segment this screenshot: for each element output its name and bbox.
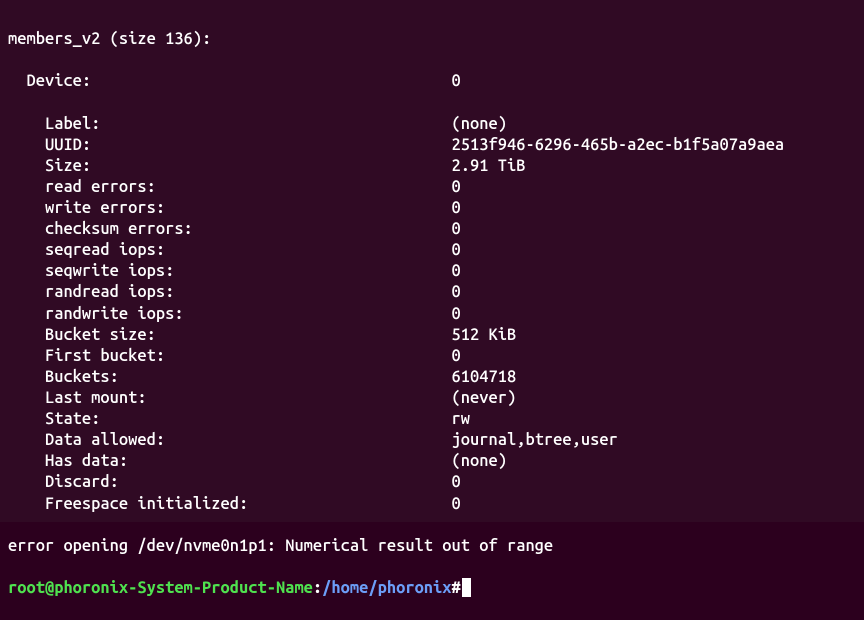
- terminal-output[interactable]: members_v2 (size 136): Device: 0 Label: …: [0, 0, 864, 522]
- prompt-user-host: root@phoronix-System-Product-Name: [8, 578, 313, 599]
- field-row: Buckets: 6104718: [8, 367, 856, 388]
- field-value: 0: [452, 177, 461, 198]
- error-message: error opening /dev/nvme0n1p1: Numerical …: [8, 536, 553, 557]
- field-row: randwrite iops: 0: [8, 304, 856, 325]
- field-row: Last mount: (never): [8, 388, 856, 409]
- field-row: write errors: 0: [8, 198, 856, 219]
- field-value: 0: [452, 240, 461, 261]
- field-row: read errors: 0: [8, 177, 856, 198]
- field-label: First bucket:: [8, 346, 452, 367]
- field-label: Bucket size:: [8, 325, 452, 346]
- field-row: Bucket size: 512 KiB: [8, 325, 856, 346]
- field-label: randread iops:: [8, 282, 452, 303]
- field-value: 6104718: [452, 367, 517, 388]
- field-row: Has data: (none): [8, 451, 856, 472]
- section-header: members_v2 (size 136):: [8, 29, 211, 50]
- field-value: (none): [452, 451, 507, 472]
- field-value: 0: [452, 198, 461, 219]
- field-row: seqread iops: 0: [8, 240, 856, 261]
- field-value: rw: [452, 409, 470, 430]
- field-label: randwrite iops:: [8, 304, 452, 325]
- field-label: Size:: [8, 156, 452, 177]
- field-row: State: rw: [8, 409, 856, 430]
- field-label: seqwrite iops:: [8, 261, 452, 282]
- field-label: Data allowed:: [8, 430, 452, 451]
- field-value: 2.91 TiB: [452, 156, 526, 177]
- field-row: Discard: 0: [8, 472, 856, 493]
- field-label: write errors:: [8, 198, 452, 219]
- field-label: seqread iops:: [8, 240, 452, 261]
- field-row: First bucket: 0: [8, 346, 856, 367]
- field-label: checksum errors:: [8, 219, 452, 240]
- field-value: 0: [452, 304, 461, 325]
- field-row: Size: 2.91 TiB: [8, 156, 856, 177]
- field-value: 512 KiB: [452, 325, 517, 346]
- field-label: Discard:: [8, 472, 452, 493]
- field-row: Freespace initialized: 0: [8, 494, 856, 515]
- field-value: 0: [452, 346, 461, 367]
- field-label: Has data:: [8, 451, 452, 472]
- field-label: Last mount:: [8, 388, 452, 409]
- field-row: UUID: 2513f946-6296-465b-a2ec-b1f5a07a9a…: [8, 135, 856, 156]
- field-row: Data allowed: journal,btree,user: [8, 430, 856, 451]
- field-value: (none): [452, 114, 507, 135]
- field-row: Label: (none): [8, 114, 856, 135]
- field-label: UUID:: [8, 135, 452, 156]
- field-label: Buckets:: [8, 367, 452, 388]
- field-label: Freespace initialized:: [8, 494, 452, 515]
- field-value: 0: [452, 282, 461, 303]
- device-label: Device:: [8, 71, 452, 92]
- field-row: randread iops: 0: [8, 282, 856, 303]
- field-row: checksum errors: 0: [8, 219, 856, 240]
- prompt-hash: #: [452, 578, 461, 599]
- prompt-path: /home/phoronix: [322, 578, 451, 599]
- field-value: 0: [452, 494, 461, 515]
- prompt-line[interactable]: root@phoronix-System-Product-Name:/home/…: [8, 578, 856, 599]
- prompt-colon: :: [313, 578, 322, 599]
- field-value: 0: [452, 261, 461, 282]
- field-label: State:: [8, 409, 452, 430]
- field-value: 0: [452, 472, 461, 493]
- field-value: journal,btree,user: [452, 430, 618, 451]
- field-value: (never): [452, 388, 517, 409]
- device-value: 0: [452, 71, 461, 92]
- field-row: seqwrite iops: 0: [8, 261, 856, 282]
- field-label: read errors:: [8, 177, 452, 198]
- field-label: Label:: [8, 114, 452, 135]
- field-value: 0: [452, 219, 461, 240]
- field-value: 2513f946-6296-465b-a2ec-b1f5a07a9aea: [452, 135, 785, 156]
- cursor-icon: [462, 578, 471, 597]
